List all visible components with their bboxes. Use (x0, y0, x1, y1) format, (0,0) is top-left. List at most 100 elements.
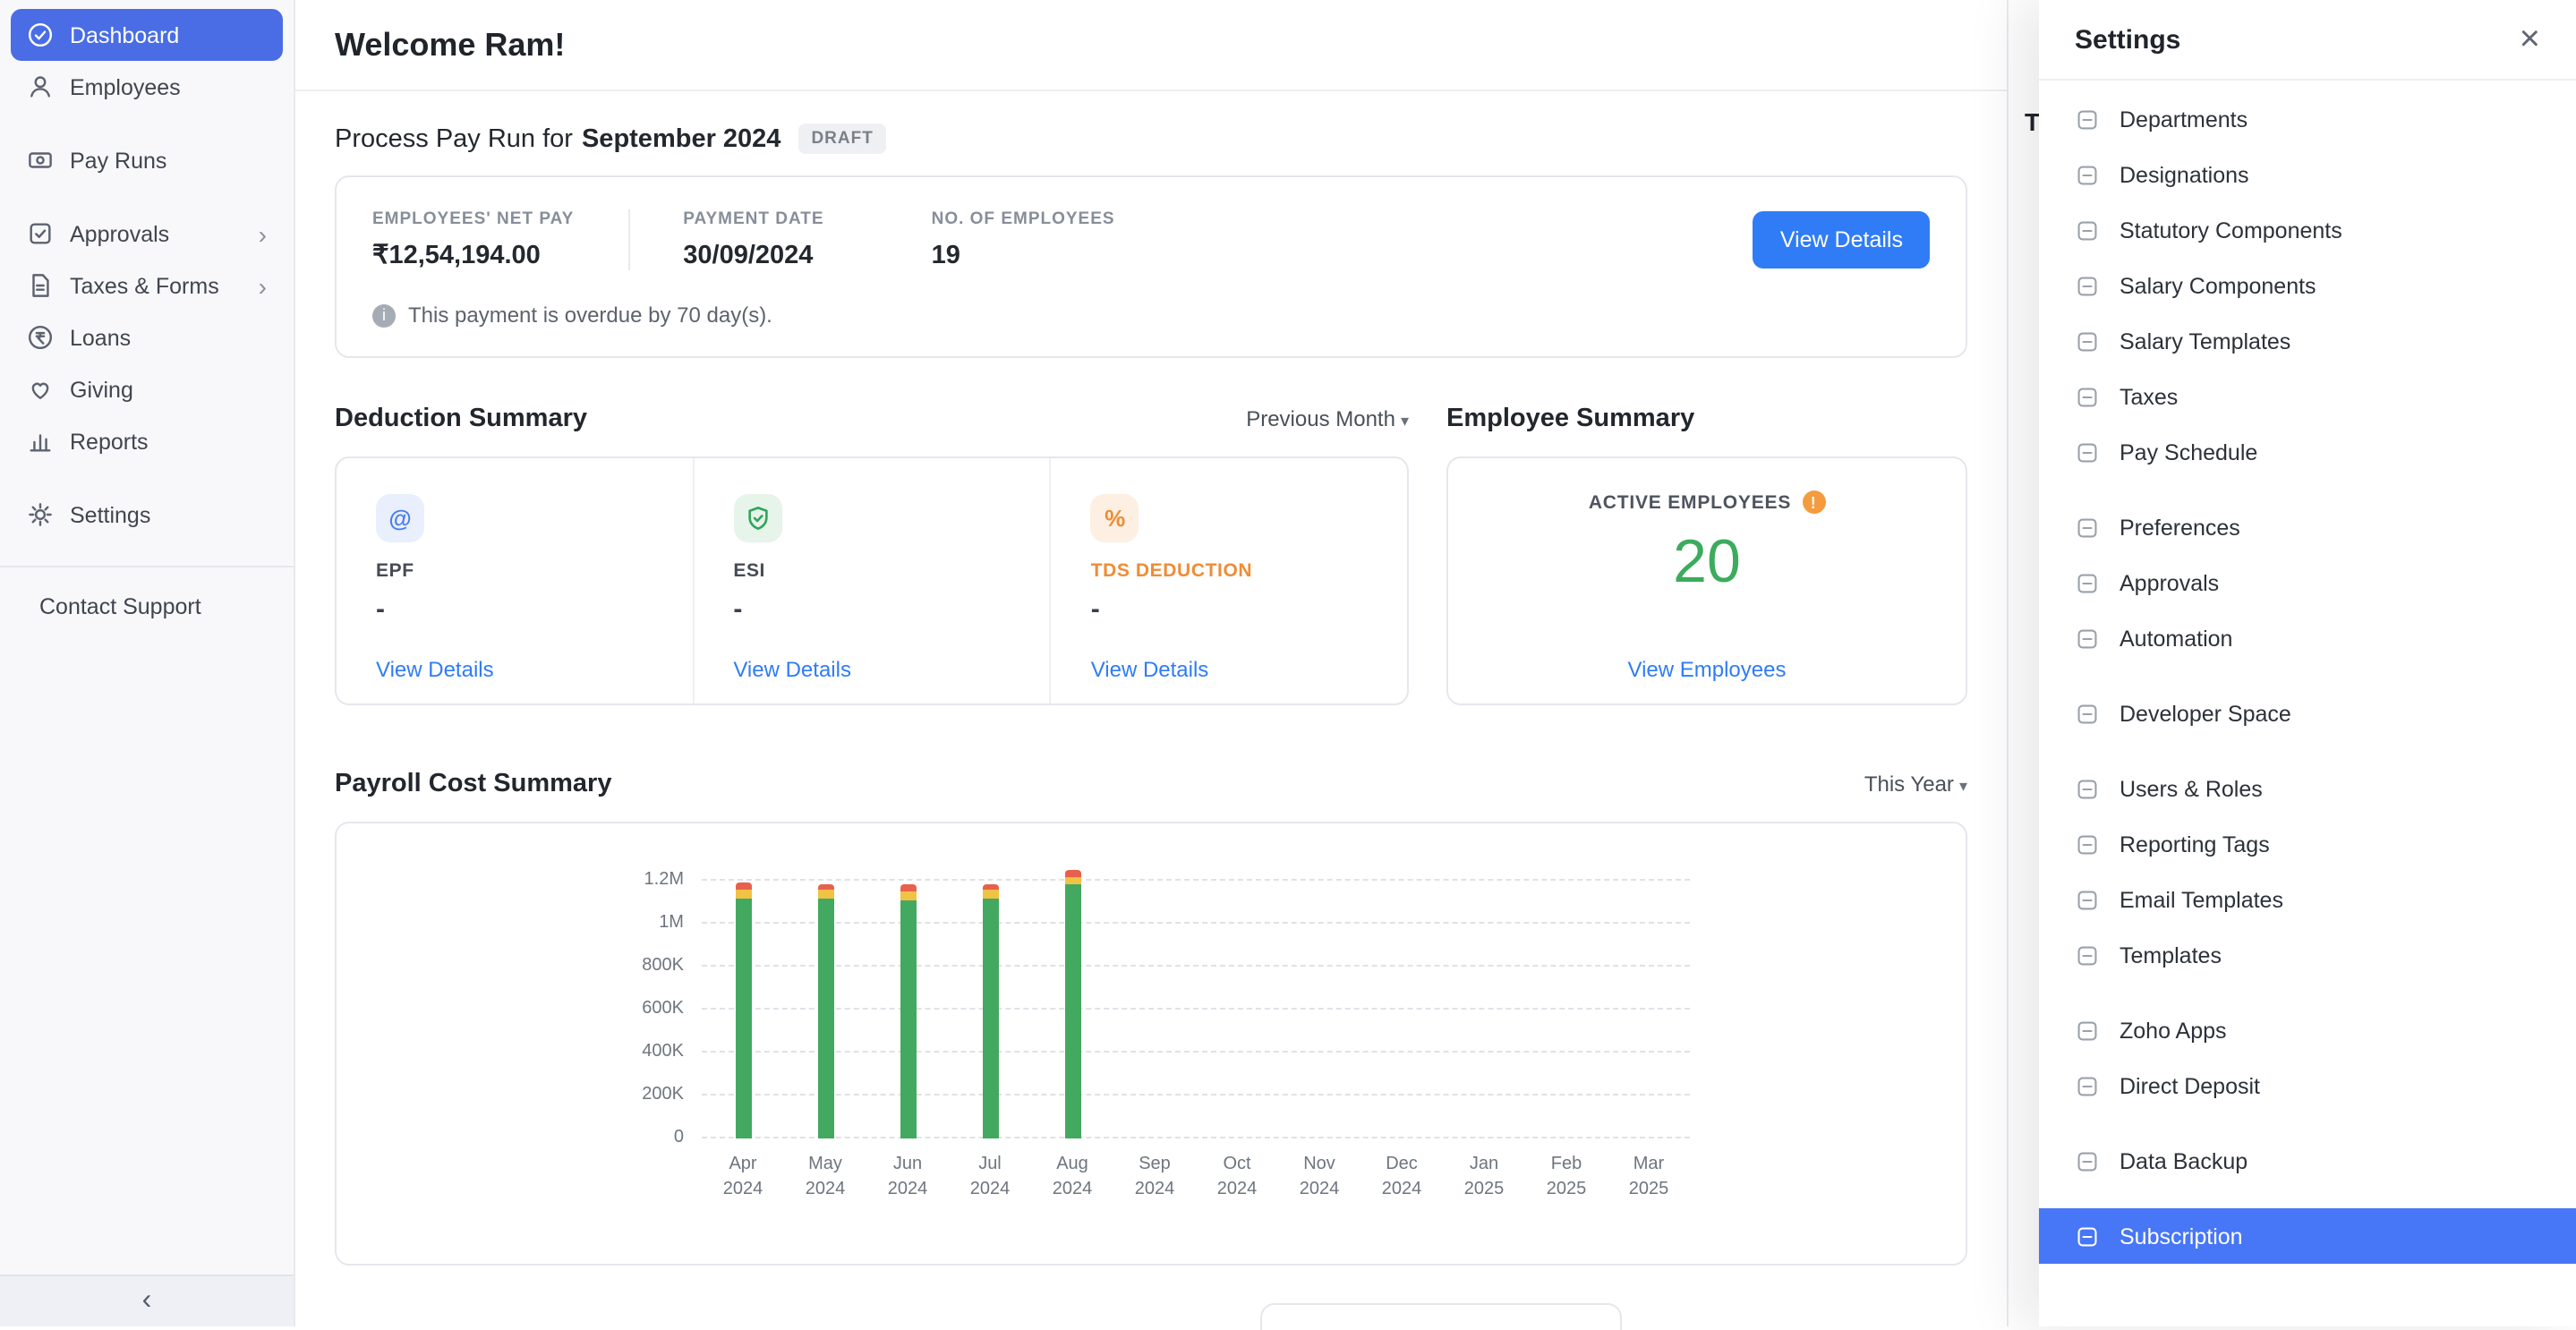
sidebar-nav: DashboardEmployeesPay RunsApprovals›Taxe… (0, 0, 294, 541)
taxes-forms-icon (27, 272, 54, 299)
loans-icon (27, 324, 54, 351)
overdue-note-row: i This payment is overdue by 70 day(s). (337, 292, 1966, 356)
chart-ytick-label: 800K (642, 956, 684, 976)
payroll-cost-chart-card: 0200K400K600K800K1M1.2M Apr2024May2024Ju… (335, 822, 1967, 1266)
close-icon[interactable]: × (2520, 21, 2540, 57)
departments-icon (2075, 107, 2100, 132)
settings-item-pay-schedule[interactable]: Pay Schedule (2039, 424, 2576, 480)
xtick-month: Oct (1196, 1153, 1278, 1177)
settings-item-users-roles[interactable]: Users & Roles (2039, 761, 2576, 816)
settings-item-label: Automation (2120, 626, 2232, 651)
xtick-month: Feb (1525, 1153, 1608, 1177)
settings-group: DepartmentsDesignationsStatutory Compone… (2039, 91, 2576, 480)
settings-item-label: Subscription (2120, 1223, 2243, 1249)
chart-bar (817, 884, 833, 1138)
sidebar-group: Settings (0, 489, 294, 541)
sidebar-item-employees[interactable]: Employees (11, 61, 283, 113)
settings-item-direct-deposit[interactable]: Direct Deposit (2039, 1058, 2576, 1113)
sidebar-item-settings[interactable]: Settings (11, 489, 283, 541)
chart-ytick-label: 200K (642, 1085, 684, 1104)
settings-item-label: Email Templates (2120, 887, 2283, 912)
deduction-value: - (733, 594, 742, 625)
app-root: DashboardEmployeesPay RunsApprovals›Taxe… (0, 0, 2576, 1326)
sidebar-item-approvals[interactable]: Approvals› (11, 208, 283, 260)
chart-ytick-label: 600K (642, 999, 684, 1019)
collapse-chevron-icon: ‹ (142, 1285, 152, 1317)
approvals-icon (27, 220, 54, 247)
settings-item-templates[interactable]: Templates (2039, 927, 2576, 983)
xtick-year: 2024 (1196, 1177, 1278, 1201)
occluded-heading-text: T (2025, 107, 2040, 136)
contact-support-link[interactable]: Contact Support (0, 567, 294, 646)
settings-group: PreferencesApprovals Automation (2039, 499, 2576, 666)
chart-y-axis: 0200K400K600K800K1M1.2M (612, 859, 702, 1138)
deduction-value: - (376, 594, 385, 625)
chart-ytick-label: 1.2M (644, 870, 684, 890)
xtick-year: 2024 (1278, 1177, 1361, 1201)
xtick-month: Aug (1031, 1153, 1113, 1177)
xtick-month: Jun (866, 1153, 949, 1177)
chart-xtick-label: Feb2025 (1525, 1153, 1608, 1201)
view-details-button[interactable]: View Details (1753, 211, 1930, 269)
bar-segment-green-segment (817, 899, 833, 1138)
settings-item-preferences[interactable]: Preferences (2039, 499, 2576, 555)
chevron-right-icon: › (259, 221, 267, 246)
view-details-link-epf[interactable]: View Details (376, 657, 494, 682)
chart-xtick-label: Jun2024 (866, 1153, 949, 1201)
sidebar-item-dashboard[interactable]: Dashboard (11, 9, 283, 61)
approvals-icon (2075, 570, 2100, 595)
settings-item-departments[interactable]: Departments (2039, 91, 2576, 147)
settings-item-data-backup[interactable]: Data Backup (2039, 1133, 2576, 1189)
chart-xtick-label: Oct2024 (1196, 1153, 1278, 1201)
active-employees-label-row: ACTIVE EMPLOYEES ! (1589, 490, 1825, 514)
employee-summary-title: Employee Summary (1446, 405, 1694, 433)
sidebar-item-label: Taxes & Forms (70, 273, 219, 298)
settings-item-taxes[interactable]: Taxes (2039, 369, 2576, 424)
settings-item-email-templates[interactable]: Email Templates (2039, 872, 2576, 927)
deduction-period-label: Previous Month (1246, 406, 1395, 431)
sidebar-collapse-button[interactable]: ‹ (0, 1275, 294, 1326)
field-label: NO. OF EMPLOYEES (932, 209, 1115, 229)
preferences-icon (2075, 515, 2100, 540)
sidebar-item-giving[interactable]: Giving (11, 363, 283, 415)
settings-item-zoho-apps[interactable]: Zoho Apps (2039, 1002, 2576, 1058)
settings-item-reporting-tags[interactable]: Reporting Tags (2039, 816, 2576, 872)
chart-bar (1064, 870, 1080, 1138)
sidebar-item-pay-runs[interactable]: Pay Runs (11, 134, 283, 186)
settings-item-automation[interactable]: Automation (2039, 610, 2576, 666)
view-details-link-tds-deduction[interactable]: View Details (1091, 657, 1209, 682)
overdue-note: This payment is overdue by 70 day(s). (408, 303, 772, 328)
deduction-value: - (1091, 594, 1100, 625)
settings-item-salary-templates[interactable]: Salary Templates (2039, 313, 2576, 369)
settings-item-statutory-components[interactable]: Statutory Components (2039, 202, 2576, 258)
caret-down-icon: ▾ (1401, 412, 1409, 430)
email-templates-icon (2075, 887, 2100, 912)
payrun-field-0: EMPLOYEES' NET PAY₹12,54,194.00 (372, 209, 629, 270)
chart-ytick-label: 0 (674, 1128, 684, 1147)
payroll-period-selector[interactable]: This Year▾ (1864, 772, 1967, 797)
sidebar-item-reports[interactable]: Reports (11, 415, 283, 467)
view-employees-link[interactable]: View Employees (1628, 657, 1787, 682)
chart-xtick-label: May2024 (784, 1153, 866, 1201)
settings-item-salary-components[interactable]: Salary Components (2039, 258, 2576, 313)
chart-column-7 (1278, 859, 1361, 1138)
settings-item-subscription[interactable]: Subscription (2039, 1208, 2576, 1264)
payrun-field-1: PAYMENT DATE30/09/2024 (683, 209, 877, 270)
summary-row: Deduction Summary Previous Month▾ @EPF-V… (335, 405, 1967, 705)
xtick-month: Nov (1278, 1153, 1361, 1177)
employee-summary-section: Employee Summary ACTIVE EMPLOYEES ! 20 V… (1446, 405, 1967, 705)
chart-column-2 (866, 859, 949, 1138)
pay-runs-icon (27, 147, 54, 174)
settings-item-developer-space[interactable]: Developer Space (2039, 686, 2576, 741)
reporting-tags-icon (2075, 831, 2100, 857)
sidebar-item-taxes-forms[interactable]: Taxes & Forms› (11, 260, 283, 311)
settings-item-approvals[interactable]: Approvals (2039, 555, 2576, 610)
deduction-summary-title: Deduction Summary (335, 405, 587, 433)
sidebar-item-loans[interactable]: Loans (11, 311, 283, 363)
sidebar-item-label: Loans (70, 325, 131, 350)
settings-item-designations[interactable]: Designations (2039, 147, 2576, 202)
templates-icon (2075, 942, 2100, 968)
deduction-summary-header: Deduction Summary Previous Month ▾ (335, 405, 1409, 433)
view-details-link-esi[interactable]: View Details (733, 657, 851, 682)
deduction-period-selector[interactable]: Previous Month ▾ (1246, 406, 1409, 431)
